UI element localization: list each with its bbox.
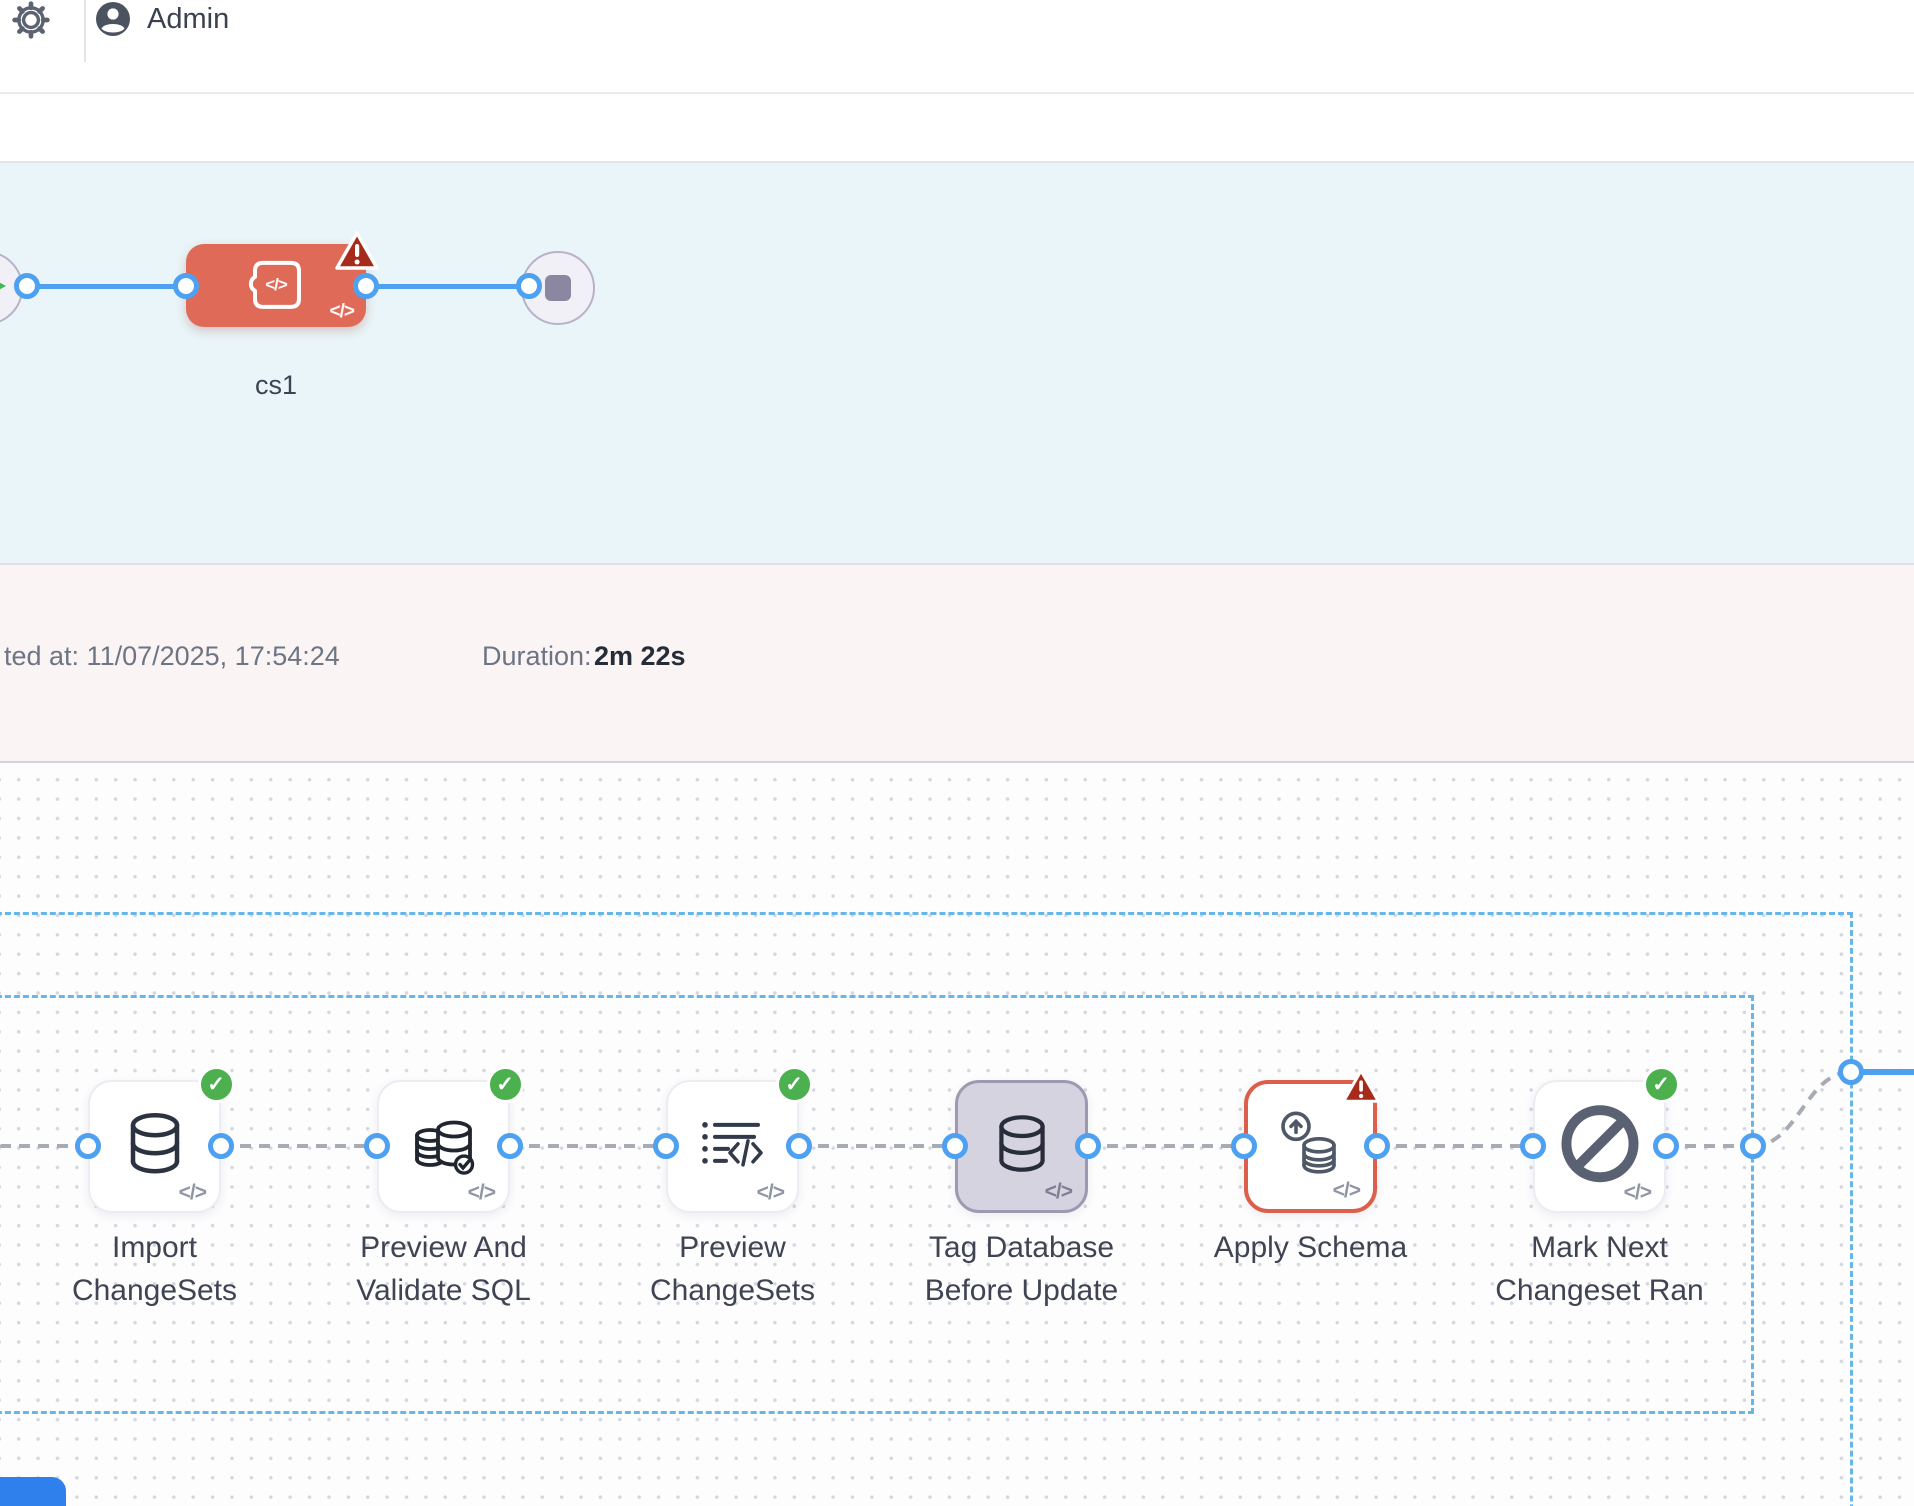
code-glyph: </> bbox=[468, 1181, 495, 1205]
success-badge-icon: ✓ bbox=[198, 1066, 235, 1103]
step-card-import-changesets[interactable]: </> bbox=[88, 1080, 221, 1213]
step-connector bbox=[1377, 1144, 1533, 1148]
database-icon bbox=[993, 1112, 1051, 1176]
block-icon bbox=[1559, 1102, 1641, 1184]
step-port[interactable] bbox=[942, 1133, 968, 1159]
step-connector bbox=[1088, 1144, 1244, 1148]
step-port[interactable] bbox=[653, 1133, 679, 1159]
canvas-control[interactable] bbox=[0, 1477, 66, 1506]
success-badge-icon: ✓ bbox=[487, 1066, 524, 1103]
step-port[interactable] bbox=[497, 1133, 523, 1159]
tab-bar: Pipeline Inputs Policy Evaluations bbox=[0, 94, 1914, 163]
stop-icon bbox=[545, 275, 571, 301]
execution-graph-canvas[interactable] bbox=[0, 163, 1914, 563]
step-card-preview-changesets[interactable]: </> bbox=[666, 1080, 799, 1213]
duration-label: Duration: bbox=[482, 641, 592, 672]
step-port[interactable] bbox=[75, 1133, 101, 1159]
step-port[interactable] bbox=[786, 1133, 812, 1159]
step-port[interactable] bbox=[1653, 1133, 1679, 1159]
success-badge-icon: ✓ bbox=[1643, 1066, 1680, 1103]
code-glyph: </> bbox=[1333, 1179, 1360, 1203]
error-badge-icon bbox=[1341, 1068, 1381, 1104]
connector-line bbox=[27, 284, 186, 289]
code-glyph: </> bbox=[1624, 1181, 1651, 1205]
step-connector bbox=[799, 1144, 955, 1148]
step-port[interactable] bbox=[1520, 1133, 1546, 1159]
code-glyph: </> bbox=[330, 301, 354, 323]
step-port[interactable] bbox=[1231, 1133, 1257, 1159]
settings-button[interactable] bbox=[12, 1, 50, 39]
node-port[interactable] bbox=[14, 273, 40, 299]
error-badge-icon bbox=[334, 230, 380, 271]
step-port[interactable] bbox=[208, 1133, 234, 1159]
step-port[interactable] bbox=[1364, 1133, 1390, 1159]
step-connector bbox=[221, 1144, 377, 1148]
success-badge-icon: ✓ bbox=[776, 1066, 813, 1103]
changelog-list-icon bbox=[700, 1117, 766, 1171]
code-glyph: </> bbox=[179, 1181, 206, 1205]
stage-group-inner-border bbox=[0, 995, 1754, 1414]
step-card-preview-validate-sql[interactable]: </> bbox=[377, 1080, 510, 1213]
code-glyph: </> bbox=[1045, 1180, 1072, 1204]
top-bar: Admin bbox=[0, 0, 1914, 94]
step-port[interactable] bbox=[1075, 1133, 1101, 1159]
topbar-divider bbox=[84, 0, 86, 62]
code-glyph: </> bbox=[757, 1181, 784, 1205]
user-name-label: Admin bbox=[147, 3, 229, 36]
play-icon bbox=[0, 272, 6, 300]
duration-value: 2m 22s bbox=[594, 641, 686, 672]
database-check-icon bbox=[412, 1113, 476, 1175]
step-port[interactable] bbox=[364, 1133, 390, 1159]
database-icon bbox=[124, 1110, 186, 1178]
node-port[interactable] bbox=[173, 273, 199, 299]
step-card-tag-database[interactable]: </> bbox=[955, 1080, 1088, 1213]
step-connector bbox=[510, 1144, 666, 1148]
connector-line bbox=[366, 284, 529, 289]
node-label: cs1 bbox=[176, 370, 376, 401]
stage-exit-port[interactable] bbox=[1740, 1133, 1766, 1159]
node-port[interactable] bbox=[516, 273, 542, 299]
schema-upload-icon bbox=[1279, 1111, 1343, 1177]
user-avatar-icon[interactable] bbox=[94, 0, 132, 38]
custom-stage-icon: </> bbox=[247, 257, 305, 311]
gear-icon bbox=[12, 1, 50, 39]
started-at-text: ted at: 11/07/2025, 17:54:24 bbox=[4, 641, 340, 672]
pipeline-execution-page: Admin Pipeline Inputs Policy Evaluations bbox=[0, 0, 1914, 1506]
step-card-mark-next-changeset[interactable]: </> bbox=[1533, 1080, 1666, 1213]
node-port[interactable] bbox=[353, 273, 379, 299]
stage-exit-port[interactable] bbox=[1838, 1059, 1864, 1085]
